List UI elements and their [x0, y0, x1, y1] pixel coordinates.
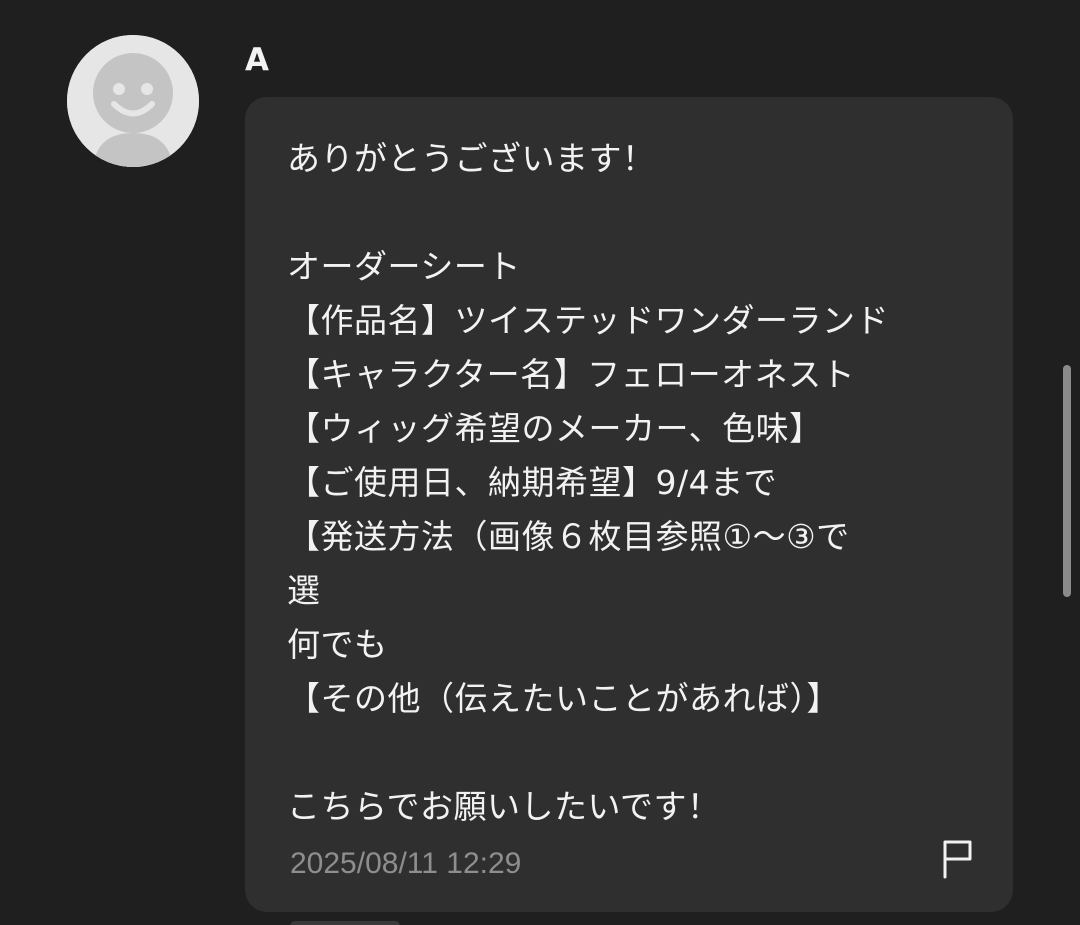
- message-timestamp: 2025/08/11 12:29: [290, 847, 522, 880]
- flag-icon[interactable]: [940, 839, 976, 879]
- message-bubble: ありがとうございます！ オーダーシート【作品名】ツイステッドワンダーランド 【キャラ…: [245, 97, 1013, 912]
- message-line: 選: [287, 571, 321, 610]
- chat-screen: A ありがとうございます！ オーダーシート【作品名】ツイステッドワンダーランド 【キ…: [0, 0, 1080, 925]
- message-line: 【作品名】ツイステッドワンダーランド: [287, 301, 890, 340]
- message-body: ありがとうございます！ オーダーシート【作品名】ツイステッドワンダーランド 【キャラ…: [287, 132, 889, 834]
- message-line: 何でも: [287, 625, 388, 664]
- message-line: [287, 726, 889, 780]
- message-line: 【その他（伝えたいことがあれば）】: [287, 679, 840, 718]
- message-line: こちらでお願いしたいです！: [287, 787, 721, 826]
- default-user-avatar-icon: [67, 35, 199, 167]
- message-line: 【キャラクター名】フェローオネスト: [287, 355, 856, 394]
- user-avatar[interactable]: [67, 35, 199, 167]
- message-line: 【ウィッグ希望のメーカー、色味】: [287, 409, 823, 448]
- message-line: 【発送方法（画像６枚目参照①〜③で: [287, 517, 850, 556]
- scrollbar-thumb[interactable]: [1063, 365, 1071, 597]
- next-message-bubble-edge: [290, 921, 400, 925]
- message-line: 【ご使用日、納期希望】9/4まで: [287, 463, 778, 502]
- message-line: オーダーシート: [287, 247, 521, 286]
- message-line: ありがとうございます！: [287, 139, 656, 178]
- message-line: [287, 186, 889, 240]
- sender-name: A: [245, 42, 270, 78]
